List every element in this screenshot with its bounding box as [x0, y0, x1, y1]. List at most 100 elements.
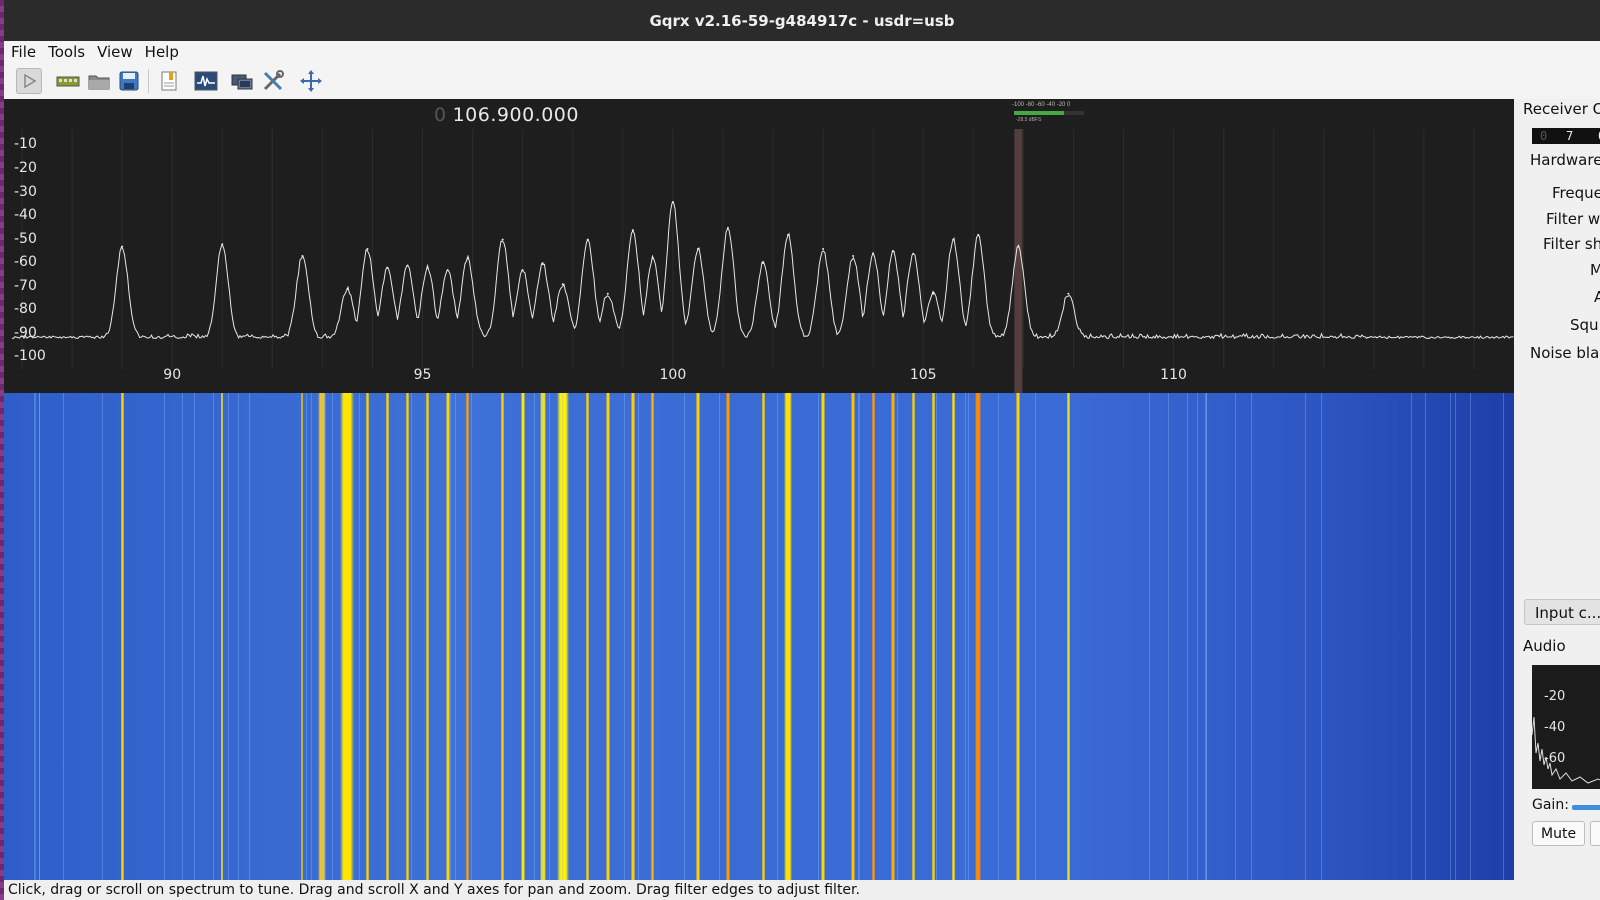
x-tick-label: 90 — [163, 367, 182, 383]
receiver-options-title: Receiver Op — [1523, 100, 1600, 118]
waterfall-signal-line — [318, 393, 327, 880]
waterfall-noise-streak — [1470, 393, 1471, 880]
waterfall-signal-line — [951, 393, 955, 880]
bookmark-button[interactable] — [156, 68, 182, 94]
spectrum-peak — [932, 292, 935, 295]
spectrum-peak — [631, 229, 634, 232]
hardware-button[interactable] — [55, 68, 81, 94]
waterfall-noise-streak — [238, 393, 239, 880]
fullscreen-button[interactable] — [298, 68, 324, 94]
waterfall-noise-streak — [455, 393, 456, 880]
open-button[interactable] — [86, 68, 112, 94]
waterfall-noise-streak — [121, 393, 122, 880]
meter-reading: -28.5 dBFS — [1016, 117, 1042, 123]
waterfall-signal-line — [725, 393, 730, 880]
receiver-frequency-lcd[interactable]: 0 7 0 — [1532, 128, 1600, 144]
spectrum-peak — [301, 255, 304, 258]
waterfall-noise-streak — [818, 393, 819, 880]
menu-file[interactable]: File — [4, 43, 41, 61]
waterfall-noise-streak — [194, 393, 195, 880]
waterfall-noise-streak — [549, 393, 550, 880]
spectrum-peak — [446, 269, 449, 272]
spectrum-peak — [501, 238, 504, 241]
save-button[interactable] — [116, 68, 142, 94]
fft-settings-button[interactable] — [193, 68, 219, 94]
waterfall-noise-streak — [1235, 393, 1236, 880]
waterfall-noise-streak — [332, 393, 333, 880]
waterfall-signal-line — [695, 393, 700, 880]
noise-blanker-label: Noise blar — [1530, 344, 1600, 362]
waterfall-signal-line — [406, 393, 410, 880]
waterfall-noise-streak — [411, 393, 412, 880]
waterfall-noise-streak — [1067, 393, 1068, 880]
waterfall-noise-streak — [359, 393, 360, 880]
meter-fill — [1014, 111, 1065, 115]
waterfall-signal-line — [586, 393, 590, 880]
x-tick-label: 95 — [413, 367, 432, 383]
waterfall-noise-streak — [998, 393, 999, 880]
waterfall-noise-streak — [965, 393, 966, 880]
spectrum-peak — [426, 266, 429, 269]
menu-view[interactable]: View — [90, 43, 138, 61]
y-tick-label: -30 — [14, 183, 37, 200]
menu-tools[interactable]: Tools — [41, 43, 90, 61]
waterfall-signal-line — [651, 393, 655, 880]
hardware-label: Hardware — [1530, 151, 1600, 169]
waterfall-noise-streak — [1503, 393, 1504, 880]
waterfall-noise-streak — [1206, 393, 1207, 880]
spectrum-peak — [1067, 292, 1070, 295]
waterfall-signal-line — [520, 393, 525, 880]
spectrum-plot[interactable]: 0 106.900.000 -100 -80 -60 -40 -20 0 -28.… — [4, 99, 1514, 393]
window-titlebar[interactable]: Gqrx v2.16-59-g484917c - usdr=usb — [4, 0, 1600, 41]
menu-help[interactable]: Help — [138, 43, 184, 61]
waterfall-noise-streak — [63, 393, 64, 880]
gain-slider[interactable] — [1572, 805, 1600, 810]
lcd-digit: 7 — [1566, 129, 1574, 143]
udp-button[interactable]: U — [1590, 821, 1600, 846]
spectrum-peak — [386, 266, 389, 269]
waterfall-signal-line — [821, 393, 826, 880]
y-tick-label: -70 — [14, 277, 37, 294]
waterfall-noise-streak — [1425, 393, 1426, 880]
waterfall-signal-line — [851, 393, 856, 880]
y-tick-label: -20 — [14, 160, 37, 176]
waterfall-noise-streak — [501, 393, 502, 880]
waterfall-noise-streak — [1168, 393, 1169, 880]
meter-scale: -100 -80 -60 -40 -20 0 — [1012, 102, 1071, 108]
spectrum-peak — [221, 243, 224, 246]
audio-tick: -60 — [1544, 751, 1566, 766]
frequency-value: 106.900.000 — [452, 104, 579, 126]
waterfall-display[interactable] — [4, 393, 1514, 880]
spectrum-peak — [606, 292, 609, 295]
remote-control-button[interactable] — [229, 68, 255, 94]
play-icon — [24, 73, 37, 89]
lcd-digit: 0 — [1540, 129, 1548, 143]
waterfall-noise-streak — [1187, 393, 1188, 880]
x-tick-label: 110 — [1160, 367, 1187, 383]
waterfall-noise-streak — [968, 393, 969, 880]
frequency-readout[interactable]: 0 106.900.000 — [434, 104, 579, 126]
tools-button[interactable] — [260, 68, 286, 94]
fullscreen-icon — [300, 70, 322, 92]
waterfall-signal-line — [221, 393, 224, 880]
waterfall-signal-line — [1016, 393, 1021, 880]
frequency-prefix: 0 — [434, 104, 447, 126]
waterfall-noise-streak — [897, 393, 898, 880]
waterfall-noise-streak — [164, 393, 165, 880]
waterfall-noise-streak — [311, 393, 312, 880]
squelch-label: Squ — [1570, 316, 1599, 334]
waterfall-noise-streak — [1251, 393, 1252, 880]
waterfall-noise-streak — [777, 393, 778, 880]
fft-settings-icon — [194, 71, 218, 91]
mute-button[interactable]: Mute — [1532, 821, 1586, 846]
input-controls-button[interactable]: Input c... — [1524, 599, 1600, 625]
audio-fft-plot[interactable]: -20 -40 -60 — [1532, 665, 1600, 789]
audio-spectrum-trace — [1532, 716, 1600, 784]
spectrum-peak — [726, 226, 729, 229]
play-button[interactable] — [16, 68, 42, 94]
spectrum-peak — [561, 283, 564, 286]
spectrum-peak — [366, 248, 369, 250]
waterfall-signal-line — [466, 393, 470, 880]
waterfall-noise-streak — [39, 393, 40, 880]
y-tick-label: -50 — [14, 230, 37, 247]
